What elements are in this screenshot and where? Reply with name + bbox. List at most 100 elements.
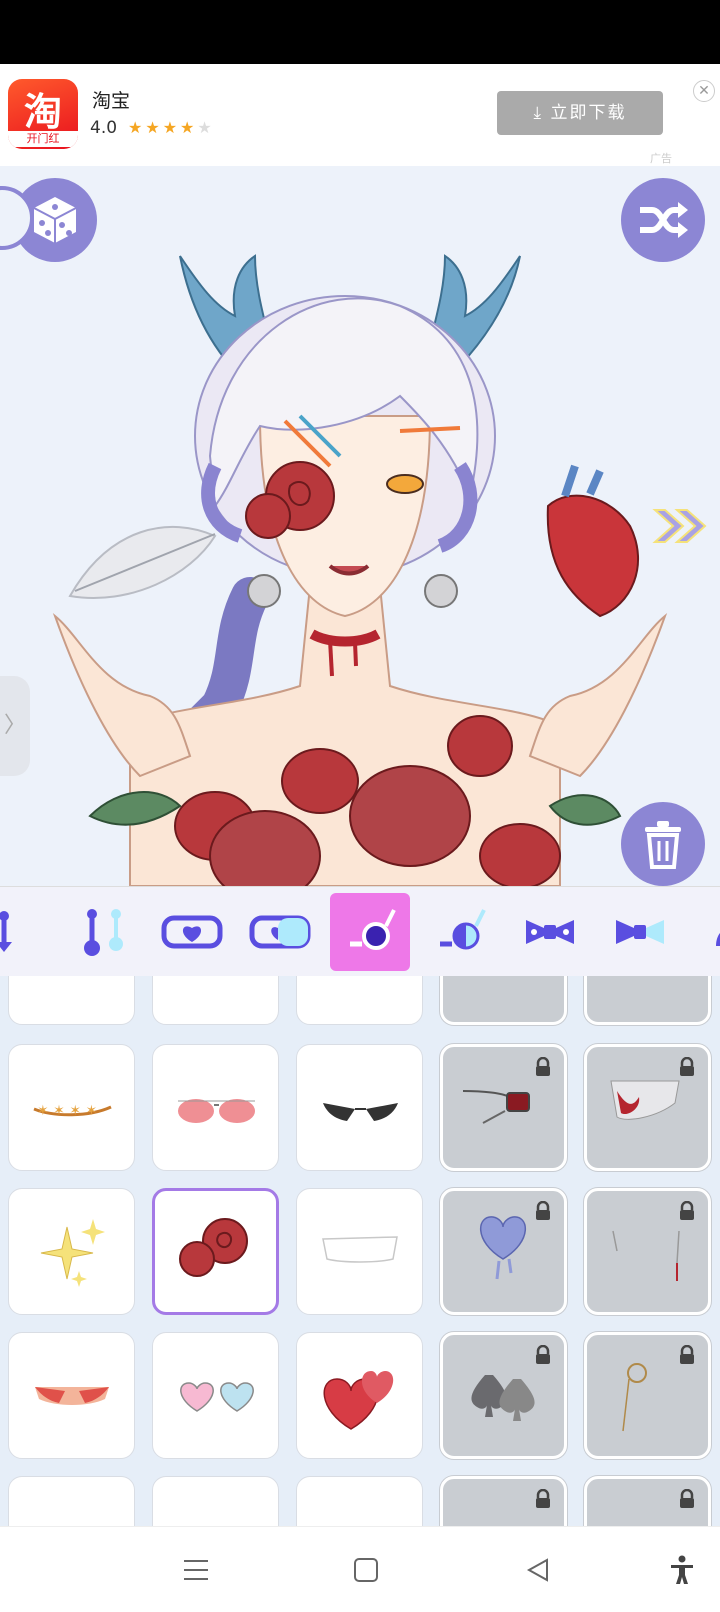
tab-eye-mask-right[interactable] xyxy=(240,893,320,971)
back-button[interactable] xyxy=(510,1527,566,1612)
svg-text:✶ ✶ ✶ ✶: ✶ ✶ ✶ ✶ xyxy=(37,1103,97,1119)
tab-earring-partial[interactable] xyxy=(0,893,34,971)
shuffle-button[interactable] xyxy=(621,178,705,262)
character-illustration xyxy=(52,254,668,886)
star-icon: ★ xyxy=(180,118,198,137)
heart-glasses-icon xyxy=(180,1382,254,1412)
mask-icon xyxy=(161,915,223,949)
next-arrow-button[interactable] xyxy=(651,504,711,548)
trash-icon xyxy=(645,821,681,869)
tab-face-accessory[interactable] xyxy=(330,893,410,971)
hat-icon xyxy=(716,933,720,946)
item-cell[interactable] xyxy=(296,976,423,1025)
item-white-bandage[interactable] xyxy=(296,1188,423,1315)
item-pink-aviator-glasses[interactable] xyxy=(152,1044,279,1171)
cat-eye-sunglasses-icon xyxy=(323,1103,398,1121)
taobao-logo[interactable]: 淘 开门红 xyxy=(8,79,78,149)
item-cell-locked[interactable] xyxy=(584,976,711,1025)
item-cell[interactable] xyxy=(8,976,135,1025)
item-grid[interactable]: ✶ ✶ ✶ ✶ xyxy=(0,976,720,1526)
star-icon: ★ xyxy=(128,118,146,137)
ad-banner[interactable]: 淘 开门红 淘宝 4.0 ★★★★★ ⤓ 立即下载 ✕ 广告 xyxy=(0,64,720,166)
monocle-icon xyxy=(440,909,486,950)
item-roses[interactable] xyxy=(152,1188,279,1315)
side-drawer-handle[interactable]: 〉 xyxy=(0,676,30,776)
item-cell[interactable] xyxy=(296,1476,423,1526)
star-empty-icon: ★ xyxy=(197,118,215,137)
item-cell[interactable] xyxy=(8,1476,135,1526)
back-icon xyxy=(526,1558,548,1582)
ad-rating: 4.0 xyxy=(90,118,118,138)
download-icon: ⤓ xyxy=(533,103,544,123)
taobao-logo-glyph: 淘 xyxy=(23,90,62,134)
monocle-icon xyxy=(350,909,396,950)
star-icon: ★ xyxy=(162,118,181,137)
white-bandage-icon xyxy=(322,1236,398,1263)
category-tab-bar[interactable] xyxy=(0,886,720,976)
double-chevron-right-icon xyxy=(652,509,707,543)
tab-hat[interactable] xyxy=(690,893,720,971)
lock-icon xyxy=(680,1201,694,1220)
aviator-glasses-icon xyxy=(178,1099,255,1123)
item-red-hearts[interactable] xyxy=(296,1332,423,1459)
menu-button[interactable] xyxy=(168,1527,224,1612)
accessibility-button[interactable] xyxy=(654,1527,710,1612)
ad-stars: ★★★★★ xyxy=(128,118,215,137)
item-cell[interactable] xyxy=(152,976,279,1025)
anatomical-heart-icon xyxy=(546,464,639,618)
tab-bow[interactable] xyxy=(510,893,590,971)
item-heart-glasses[interactable] xyxy=(152,1332,279,1459)
blush-band-icon xyxy=(35,1387,109,1405)
sparkles-icon xyxy=(40,1219,105,1287)
taobao-logo-sub: 开门红 xyxy=(8,131,78,147)
item-cell-locked[interactable] xyxy=(584,1476,711,1526)
status-bar xyxy=(0,0,720,64)
menu-icon xyxy=(184,1560,208,1580)
earring-icon xyxy=(84,909,123,956)
item-monocle[interactable] xyxy=(584,1332,711,1459)
tab-bow-right[interactable] xyxy=(600,893,680,971)
tab-eye-mask[interactable] xyxy=(152,893,232,971)
item-blush-band[interactable] xyxy=(8,1332,135,1459)
tab-face-accessory-right[interactable] xyxy=(420,893,500,971)
item-star-chain[interactable]: ✶ ✶ ✶ ✶ xyxy=(8,1044,135,1171)
item-choker-gem[interactable] xyxy=(440,1044,567,1171)
item-crying-heart[interactable] xyxy=(440,1188,567,1315)
star-chain-icon: ✶ ✶ ✶ ✶ xyxy=(33,1103,112,1119)
download-button[interactable]: ⤓ 立即下载 xyxy=(497,91,663,135)
earring-icon xyxy=(0,911,12,952)
ad-app-name: 淘宝 xyxy=(92,90,131,112)
item-spades[interactable] xyxy=(440,1332,567,1459)
lock-icon xyxy=(680,1345,694,1364)
item-blood-bandage[interactable] xyxy=(584,1044,711,1171)
delete-button[interactable] xyxy=(621,802,705,886)
item-cat-eye-sunglasses[interactable] xyxy=(296,1044,423,1171)
tab-earring-right[interactable] xyxy=(62,893,142,971)
star-icon: ★ xyxy=(145,118,163,137)
item-cell-locked[interactable] xyxy=(440,976,567,1025)
chevron-right-icon: 〉 xyxy=(3,713,26,738)
lock-icon xyxy=(536,1201,550,1220)
lock-icon xyxy=(536,1489,550,1508)
dice-icon xyxy=(33,197,77,243)
accessibility-icon xyxy=(671,1555,693,1584)
download-label: 立即下载 xyxy=(550,103,627,123)
item-sparkles[interactable] xyxy=(8,1188,135,1315)
mask-icon xyxy=(249,915,311,949)
bow-icon xyxy=(616,920,664,944)
home-button[interactable] xyxy=(338,1527,394,1612)
shuffle-icon xyxy=(640,202,688,238)
item-cell[interactable] xyxy=(152,1476,279,1526)
system-nav-bar xyxy=(0,1526,720,1612)
item-cell-locked[interactable] xyxy=(440,1476,567,1526)
item-nose-chain[interactable] xyxy=(584,1188,711,1315)
red-hearts-icon xyxy=(323,1371,394,1430)
lock-icon xyxy=(680,1489,694,1508)
feather-icon xyxy=(68,525,217,599)
lock-icon xyxy=(536,1345,550,1364)
close-ad-icon[interactable]: ✕ xyxy=(693,80,715,102)
character-canvas xyxy=(0,166,720,886)
home-icon xyxy=(354,1558,378,1582)
lock-icon xyxy=(680,1057,694,1076)
roses-icon xyxy=(179,1218,248,1277)
